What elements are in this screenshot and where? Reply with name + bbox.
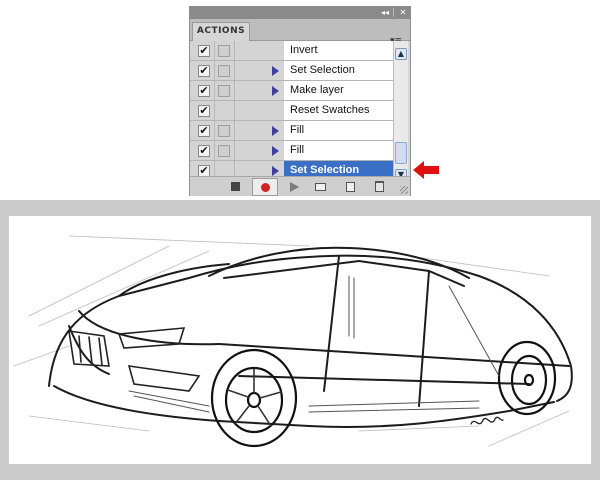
record-icon[interactable] (261, 183, 270, 192)
action-row[interactable]: ✔ Reset Swatches (190, 101, 393, 121)
actions-list: ✔ Invert ✔ Set Selection ✔ Make layer ✔ Reset S… (190, 41, 393, 181)
toggle-item-checkbox[interactable]: ✔ (198, 85, 210, 97)
column-divider (234, 61, 235, 80)
action-row[interactable]: ✔ Fill (190, 141, 393, 161)
toggle-item-checkbox[interactable]: ✔ (198, 65, 210, 77)
actions-panel: ◂◂ ✕ ACTIONS ▾≡ ✔ Invert ✔ Set Selection ✔ Ma… (189, 6, 411, 196)
expand-triangle-icon[interactable] (272, 146, 279, 156)
expand-triangle-icon[interactable] (272, 66, 279, 76)
action-name-cell[interactable]: Set Selection (284, 61, 393, 80)
column-divider (234, 41, 235, 60)
trash-icon[interactable] (375, 181, 384, 192)
expand-triangle-icon[interactable] (272, 166, 279, 176)
panel-titlebar: ◂◂ ✕ (190, 7, 410, 19)
toggle-dialog-box[interactable] (218, 125, 230, 137)
toggle-item-checkbox[interactable]: ✔ (198, 105, 210, 117)
action-label: Invert (290, 44, 318, 56)
action-row[interactable]: ✔ Set Selection (190, 61, 393, 81)
column-divider (214, 121, 215, 140)
expand-triangle-icon[interactable] (272, 86, 279, 96)
scroll-up-icon[interactable]: ▲ (395, 48, 407, 60)
action-label: Reset Swatches (290, 104, 370, 116)
toggle-dialog-box[interactable] (218, 65, 230, 77)
titlebar-separator (393, 8, 394, 17)
play-icon[interactable] (290, 182, 299, 192)
toggle-item-checkbox[interactable]: ✔ (198, 145, 210, 157)
action-label: Make layer (290, 84, 344, 96)
action-label: Set Selection (290, 164, 360, 176)
stop-recording-icon[interactable] (231, 182, 240, 191)
panel-bottom-bar (190, 176, 410, 196)
toggle-item-checkbox[interactable]: ✔ (198, 45, 210, 57)
column-divider (234, 101, 235, 120)
resize-grip-icon[interactable] (400, 186, 408, 194)
column-divider (214, 61, 215, 80)
column-divider (234, 121, 235, 140)
column-divider (214, 141, 215, 160)
column-divider (234, 141, 235, 160)
action-label: Fill (290, 124, 305, 136)
sketch-frame (0, 200, 600, 480)
column-divider (214, 81, 215, 100)
toggle-item-checkbox[interactable]: ✔ (198, 125, 210, 137)
collapse-panel-icon[interactable]: ◂◂ (379, 7, 391, 18)
expand-triangle-icon[interactable] (272, 126, 279, 136)
new-set-folder-icon[interactable] (315, 183, 326, 191)
car-sketch-image (9, 216, 591, 464)
column-divider (234, 81, 235, 100)
action-name-cell[interactable]: Make layer (284, 81, 393, 100)
action-row[interactable]: ✔ Invert (190, 41, 393, 61)
column-divider (214, 41, 215, 60)
tab-actions[interactable]: ACTIONS (192, 22, 250, 41)
action-name-cell[interactable]: Invert (284, 41, 393, 60)
action-name-cell[interactable]: Fill (284, 141, 393, 160)
red-arrow-icon (413, 161, 439, 179)
toggle-dialog-box[interactable] (218, 145, 230, 157)
toggle-dialog-box[interactable] (218, 85, 230, 97)
scrollbar[interactable]: ▲ ▼ (393, 41, 408, 181)
column-divider (214, 101, 215, 120)
tab-row: ACTIONS ▾≡ (190, 19, 410, 46)
new-action-icon[interactable] (346, 182, 355, 192)
close-panel-icon[interactable]: ✕ (397, 7, 409, 18)
action-label: Fill (290, 144, 305, 156)
scroll-thumb[interactable] (395, 142, 407, 164)
action-row[interactable]: ✔ Fill (190, 121, 393, 141)
action-row[interactable]: ✔ Make layer (190, 81, 393, 101)
action-name-cell[interactable]: Fill (284, 121, 393, 140)
action-name-cell[interactable]: Reset Swatches (284, 101, 393, 120)
signature-mark (470, 416, 504, 425)
action-label: Set Selection (290, 64, 355, 76)
toggle-dialog-box[interactable] (218, 45, 230, 57)
